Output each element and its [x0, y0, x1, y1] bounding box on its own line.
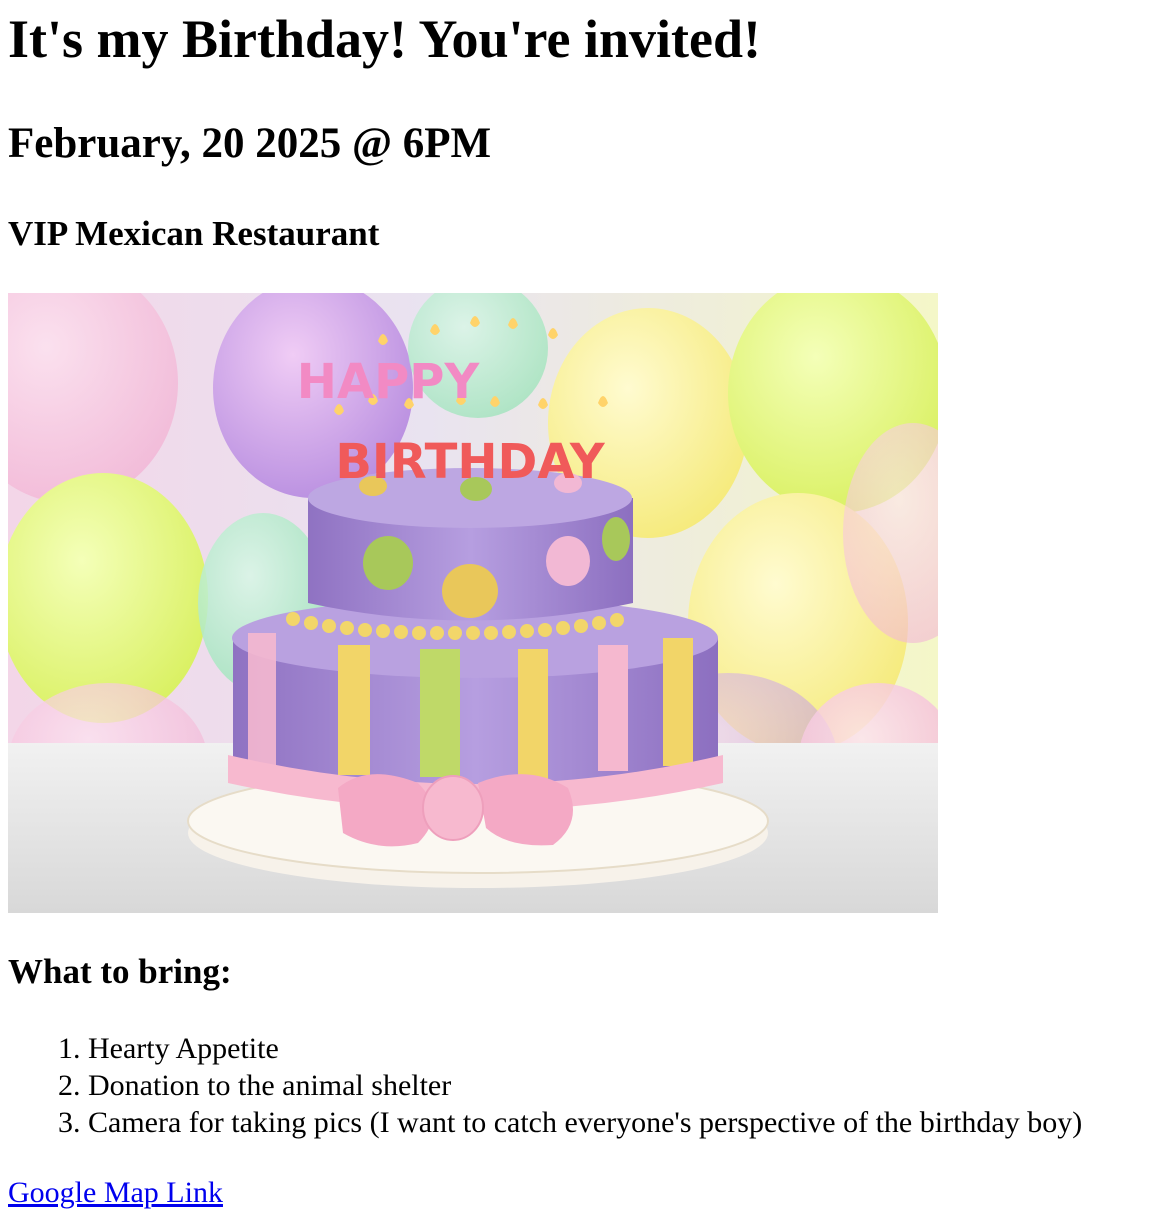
event-datetime: February, 20 2025 @ 6PM — [8, 120, 492, 167]
google-map-link[interactable]: Google Map Link — [8, 1174, 223, 1211]
cake-illustration: HAPPY BIRTHDAY — [8, 293, 938, 913]
candle-text-happy: HAPPY — [297, 354, 481, 410]
list-item: Camera for taking pics (I want to catch … — [88, 1104, 1168, 1141]
candle-text-birthday: BIRTHDAY — [335, 434, 606, 490]
list-item: Hearty Appetite — [88, 1030, 1168, 1067]
what-to-bring-list: Hearty Appetite Donation to the animal s… — [8, 1030, 1168, 1141]
list-item: Donation to the animal shelter — [88, 1067, 1168, 1104]
page-title: It's my Birthday! You're invited! — [8, 9, 762, 69]
birthday-cake-image: HAPPY BIRTHDAY — [8, 293, 938, 913]
what-to-bring-heading: What to bring: — [8, 952, 232, 991]
event-venue: VIP Mexican Restaurant — [8, 214, 380, 253]
